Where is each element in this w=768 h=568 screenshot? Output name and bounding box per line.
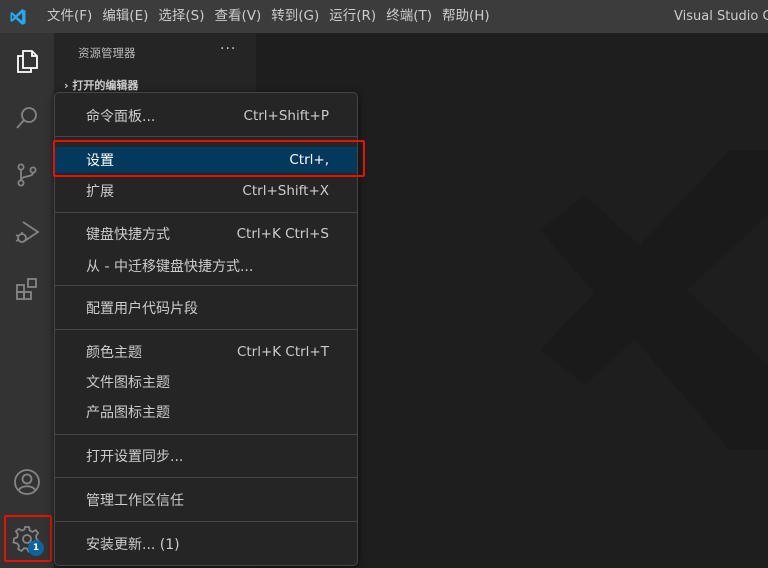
menu-item-command-palette[interactable]: 命令面板... Ctrl+Shift+P (55, 103, 357, 129)
gear-highlight-box (4, 515, 52, 562)
menu-item-color-theme[interactable]: 颜色主题 Ctrl+K Ctrl+T (55, 339, 357, 365)
menu-bar: 文件(F) 编辑(E) 选择(S) 查看(V) 转到(G) 运行(R) 终端(T… (36, 0, 495, 33)
menu-separator (55, 521, 357, 522)
menu-item-settings-sync[interactable]: 打开设置同步... (55, 443, 357, 469)
menu-item-file-icon-theme[interactable]: 文件图标主题 (55, 369, 357, 395)
menu-separator (55, 434, 357, 435)
sidebar-title: 资源管理器 (78, 46, 136, 60)
account-icon[interactable] (0, 458, 54, 506)
menu-item-workspace-trust[interactable]: 管理工作区信任 (55, 487, 357, 513)
source-control-icon[interactable] (0, 151, 54, 199)
vscode-logo-icon (0, 0, 36, 33)
menu-separator (55, 136, 357, 137)
menu-item-keyboard-shortcuts[interactable]: 键盘快捷方式 Ctrl+K Ctrl+S (55, 221, 357, 247)
more-actions-button[interactable]: ··· (220, 41, 236, 57)
menu-item-extensions[interactable]: 扩展 Ctrl+Shift+X (55, 178, 357, 204)
menu-selection[interactable]: 选择(S) (153, 0, 209, 33)
menu-item-migrate-shortcuts[interactable]: 从 - 中迁移键盘快捷方式... (55, 253, 357, 279)
title-bar: 文件(F) 编辑(E) 选择(S) 查看(V) 转到(G) 运行(R) 终端(T… (0, 0, 768, 33)
menu-separator (55, 285, 357, 286)
menu-item-product-icon-theme[interactable]: 产品图标主题 (55, 399, 357, 425)
run-debug-icon[interactable] (0, 208, 54, 256)
menu-edit[interactable]: 编辑(E) (97, 0, 153, 33)
explorer-icon[interactable] (0, 37, 54, 85)
search-icon[interactable] (0, 94, 54, 142)
vscode-watermark-icon (540, 150, 768, 450)
window-title: Visual Studio Co (674, 9, 768, 24)
activity-bar (0, 33, 54, 568)
menu-run[interactable]: 运行(R) (324, 0, 381, 33)
menu-item-install-update[interactable]: 安装更新... (1) (55, 531, 357, 557)
menu-file[interactable]: 文件(F) (42, 0, 97, 33)
menu-separator (55, 477, 357, 478)
menu-go[interactable]: 转到(G) (266, 0, 324, 33)
settings-highlight-box (53, 140, 365, 177)
menu-separator (55, 212, 357, 213)
menu-separator (55, 329, 357, 330)
menu-item-user-snippets[interactable]: 配置用户代码片段 (55, 295, 357, 321)
open-editors-section[interactable]: › 打开的编辑器 (64, 77, 138, 93)
menu-help[interactable]: 帮助(H) (437, 0, 495, 33)
menu-view[interactable]: 查看(V) (210, 0, 267, 33)
update-badge: 1 (28, 540, 44, 556)
extensions-icon[interactable] (0, 265, 54, 313)
menu-terminal[interactable]: 终端(T) (381, 0, 437, 33)
